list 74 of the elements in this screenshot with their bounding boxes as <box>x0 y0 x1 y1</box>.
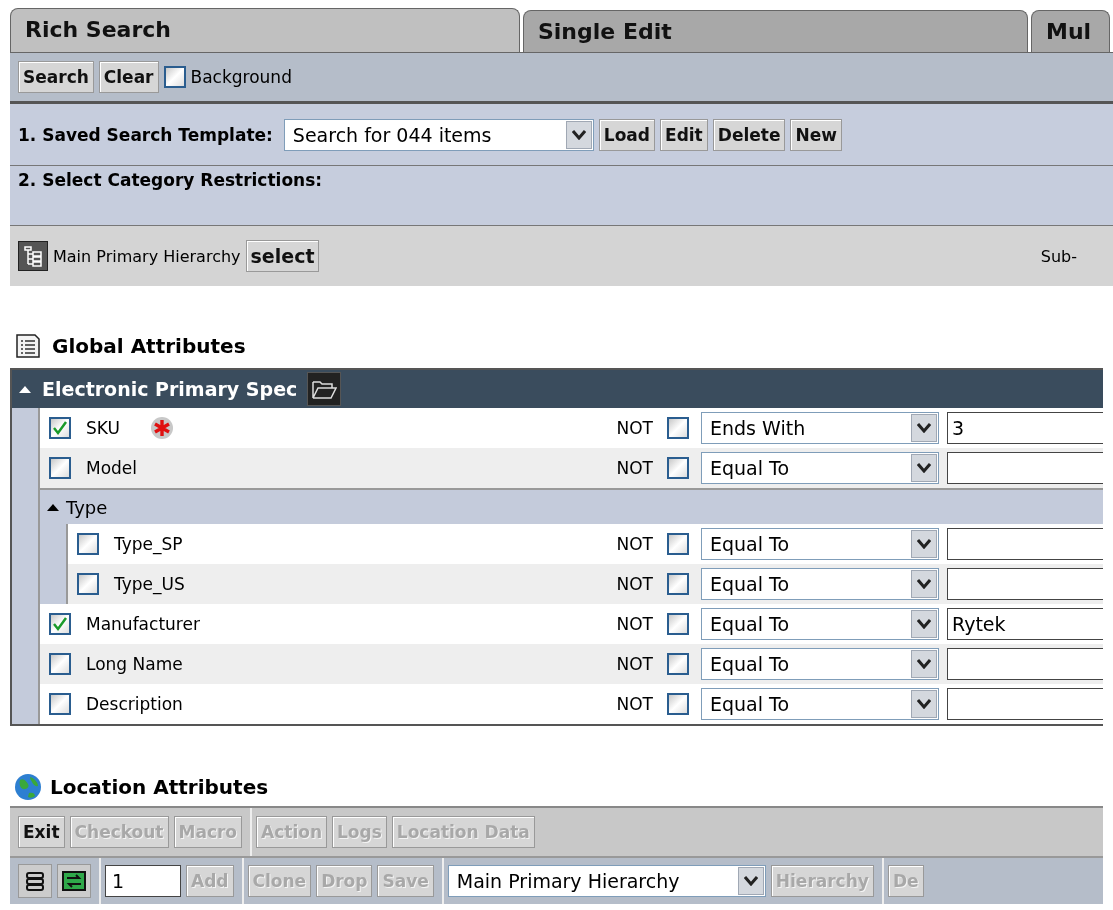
template-button[interactable]: New <box>790 118 842 151</box>
operator-select[interactable]: Equal To <box>701 528 939 560</box>
group-label: Type <box>66 496 108 518</box>
list-icon[interactable] <box>18 864 52 898</box>
operator-select[interactable]: Equal To <box>701 568 939 600</box>
select-button[interactable]: select <box>245 240 320 272</box>
checkbox[interactable] <box>49 613 71 635</box>
template-select[interactable]: Search for 044 items <box>283 118 594 151</box>
checkbox[interactable] <box>77 533 99 555</box>
value-field[interactable] <box>947 568 1103 600</box>
attribute-label: Type_US <box>114 574 185 594</box>
not-checkbox[interactable] <box>667 653 689 675</box>
not-label: NOT <box>615 694 653 714</box>
template-button[interactable]: Load <box>598 118 655 151</box>
template-button[interactable]: Edit <box>660 118 708 151</box>
hierarchy-icon <box>18 241 48 271</box>
operator-select[interactable]: Equal To <box>701 608 939 640</box>
section-title: Global Attributes <box>52 334 246 358</box>
attribute-label: Model <box>86 458 138 478</box>
attribute-label: Type_SP <box>114 534 183 554</box>
operator-select[interactable]: Ends With <box>701 412 939 444</box>
not-label: NOT <box>615 574 653 594</box>
not-label: NOT <box>615 534 653 554</box>
value-field[interactable] <box>947 688 1103 720</box>
value-field[interactable]: Rytek <box>947 608 1103 640</box>
toolbar-button[interactable]: Search <box>18 61 94 93</box>
not-checkbox[interactable] <box>667 613 689 635</box>
attribute-label: SKU <box>86 418 120 438</box>
not-checkbox[interactable] <box>667 457 689 479</box>
attribute-label: Description <box>86 694 183 714</box>
not-label: NOT <box>615 654 653 674</box>
value-field[interactable] <box>947 648 1103 680</box>
background-checkbox[interactable] <box>163 66 186 88</box>
value-field[interactable]: 3 <box>947 412 1103 444</box>
not-checkbox[interactable] <box>667 533 689 555</box>
attribute-label: Long Name <box>86 654 183 674</box>
checkbox[interactable] <box>49 417 71 439</box>
not-checkbox[interactable] <box>667 693 689 715</box>
operator-select[interactable]: Equal To <box>701 648 939 680</box>
operator-select[interactable]: Equal To <box>701 452 939 484</box>
folder-icon[interactable] <box>307 372 342 406</box>
column-label: Sub- <box>1040 246 1077 266</box>
refresh-icon[interactable] <box>57 864 91 898</box>
value-field[interactable] <box>947 528 1103 560</box>
globe-icon <box>14 773 42 801</box>
not-label: NOT <box>615 458 653 478</box>
not-label: NOT <box>615 614 653 634</box>
toolbar-button[interactable]: Clear <box>98 61 159 93</box>
not-label: NOT <box>615 418 653 438</box>
collapse-triangle-icon[interactable] <box>18 384 32 394</box>
template-button[interactable]: Delete <box>712 118 786 151</box>
count-field[interactable]: 1 <box>105 865 181 897</box>
hierarchy-label: Main Primary Hierarchy <box>53 246 241 266</box>
checkbox[interactable] <box>49 693 71 715</box>
value-field[interactable] <box>947 452 1103 484</box>
attribute-label: Manufacturer <box>86 614 200 634</box>
not-checkbox[interactable] <box>667 573 689 595</box>
field-label: 1. Saved Search Template: <box>18 124 273 145</box>
section-label: 2. Select Category Restrictions: <box>18 170 323 190</box>
hierarchy-select[interactable]: Main Primary Hierarchy <box>447 865 766 897</box>
checkbox-label: Background <box>190 67 292 87</box>
checkbox[interactable] <box>49 457 71 479</box>
not-checkbox[interactable] <box>667 417 689 439</box>
document-list-icon <box>14 333 42 359</box>
spec-title: Electronic Primary Spec <box>42 378 298 400</box>
operator-select[interactable]: Equal To <box>701 688 939 720</box>
checkbox[interactable] <box>49 653 71 675</box>
tab[interactable]: Rich Search <box>10 8 520 52</box>
tab[interactable]: Single Edit <box>522 10 1029 52</box>
checkbox[interactable] <box>77 573 99 595</box>
collapse-triangle-icon[interactable] <box>46 502 60 512</box>
tab[interactable]: Mul <box>1031 10 1110 52</box>
toolbar-button[interactable]: Exit <box>18 816 65 848</box>
section-title: Location Attributes <box>50 775 269 799</box>
